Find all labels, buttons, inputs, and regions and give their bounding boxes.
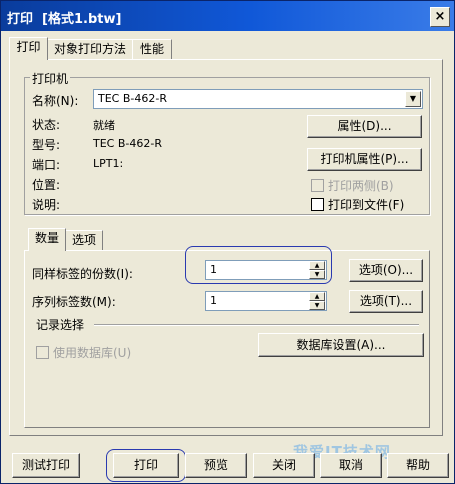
stepper-down-icon[interactable]: ▼ — [309, 301, 325, 310]
type-label: 型号: — [32, 138, 61, 152]
close-button[interactable]: 关闭 — [253, 453, 315, 478]
print-tab-panel: 打印机 名称(N): TEC B-462-R ▼ 状态: 就绪 型号: TEC … — [9, 59, 443, 436]
port-label: 端口: — [32, 158, 61, 172]
cancel-button[interactable]: 取消 — [320, 453, 382, 478]
preview-button[interactable]: 预览 — [185, 453, 247, 478]
comment-label: 说明: — [32, 198, 61, 212]
serial-stepper[interactable]: 1 ▲ ▼ — [205, 291, 327, 311]
print-to-file-checkbox[interactable]: 打印到文件(F) — [311, 196, 404, 213]
checkbox-box — [36, 346, 49, 359]
copies-value: 1 — [210, 263, 217, 276]
print-dialog: 打印 [格式1.btw] × 打印 对象打印方法 性能 打印机 名称(N): T… — [0, 0, 455, 484]
type-value: TEC B-462-R — [93, 137, 162, 150]
subtab-quantity[interactable]: 数量 — [28, 228, 66, 251]
printer-properties-button[interactable]: 打印机属性(P)... — [307, 148, 422, 171]
copies-label: 同样标签的份数(I): — [32, 267, 133, 281]
properties-button[interactable]: 属性(D)... — [307, 115, 422, 138]
printer-name-label: 名称(N): — [32, 94, 79, 108]
use-database-label: 使用数据库(U) — [53, 346, 132, 360]
printer-group-title: 打印机 — [30, 70, 71, 87]
stepper-up-icon[interactable]: ▲ — [309, 292, 325, 301]
tab-object-print-method[interactable]: 对象打印方法 — [47, 39, 133, 59]
status-value: 就绪 — [93, 119, 115, 132]
printer-name-value: TEC B-462-R — [98, 92, 167, 105]
use-database-checkbox[interactable]: 使用数据库(U) — [36, 344, 131, 361]
stepper-up-icon[interactable]: ▲ — [309, 261, 325, 270]
status-label: 状态: — [32, 118, 61, 132]
record-selection-divider — [94, 324, 419, 326]
tab-print[interactable]: 打印 — [9, 37, 48, 60]
print-button[interactable]: 打印 — [113, 453, 179, 478]
print-to-file-label: 打印到文件(F) — [328, 198, 405, 212]
test-print-button[interactable]: 测试打印 — [12, 453, 80, 478]
chevron-down-icon[interactable]: ▼ — [405, 91, 421, 107]
printer-name-select[interactable]: TEC B-462-R ▼ — [93, 89, 423, 109]
subtab-options[interactable]: 选项 — [65, 230, 103, 250]
serial-options-button[interactable]: 选项(T)... — [349, 290, 423, 313]
serial-value: 1 — [210, 294, 217, 307]
serial-label: 序列标签数(M): — [32, 295, 116, 309]
checkbox-box — [311, 179, 324, 192]
checkbox-box — [311, 198, 324, 211]
close-icon[interactable]: × — [430, 7, 450, 27]
help-button[interactable]: 帮助 — [387, 453, 449, 478]
stepper-down-icon[interactable]: ▼ — [309, 270, 325, 279]
duplex-label: 打印两侧(B) — [328, 179, 394, 193]
port-value: LPT1: — [93, 157, 124, 170]
database-setup-button[interactable]: 数据库设置(A)... — [258, 333, 424, 357]
location-label: 位置: — [32, 178, 61, 192]
record-selection-label: 记录选择 — [36, 318, 85, 332]
copies-stepper[interactable]: 1 ▲ ▼ — [205, 260, 327, 280]
copies-options-button[interactable]: 选项(O)... — [349, 259, 423, 282]
window-title: 打印 [格式1.btw] — [7, 12, 122, 27]
duplex-checkbox[interactable]: 打印两侧(B) — [311, 177, 394, 194]
tab-performance[interactable]: 性能 — [132, 39, 172, 59]
title-bar[interactable]: 打印 [格式1.btw] × — [1, 1, 454, 31]
